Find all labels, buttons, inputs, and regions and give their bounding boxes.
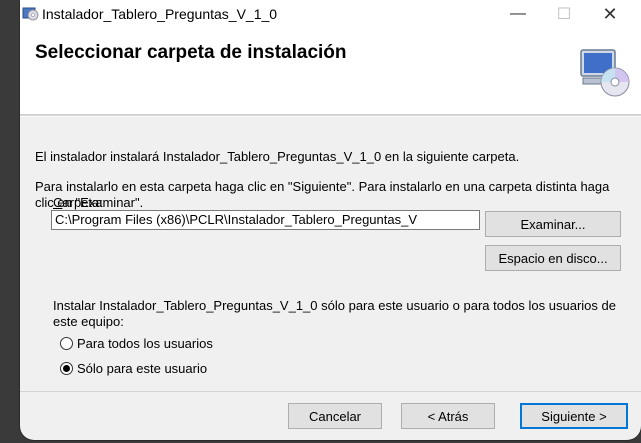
folder-path-input[interactable]: C:\Program Files (x86)\PCLR\Instalador_T… <box>51 210 480 230</box>
folder-label: Carpeta: <box>53 195 103 210</box>
footer-divider <box>20 391 641 392</box>
installer-window: Instalador_Tablero_Preguntas_V_1_0 — ☐ ✕… <box>20 0 641 440</box>
back-button[interactable]: < Atrás <box>401 403 495 429</box>
radio-all-users-label: Para todos los usuarios <box>77 336 213 351</box>
close-icon: ✕ <box>602 3 618 24</box>
next-button[interactable]: Siguiente > <box>520 403 628 429</box>
radio-this-user-circle[interactable] <box>60 362 73 375</box>
minimize-button[interactable]: — <box>495 0 541 28</box>
scope-question: Instalar Instalador_Tablero_Preguntas_V_… <box>53 298 616 329</box>
header-panel: Seleccionar carpeta de instalación <box>20 28 641 114</box>
minimize-icon: — <box>510 5 526 22</box>
intro-text: El instalador instalará Instalador_Table… <box>35 149 520 164</box>
radio-all-users[interactable]: Para todos los usuarios <box>60 336 213 351</box>
installer-app-icon <box>22 7 39 21</box>
computer-cd-icon <box>580 49 630 97</box>
radio-this-user-label: Sólo para este usuario <box>77 361 208 376</box>
maximize-icon: ☐ <box>556 6 572 23</box>
radio-this-user[interactable]: Sólo para este usuario <box>60 361 207 376</box>
window-title: Instalador_Tablero_Preguntas_V_1_0 <box>42 6 278 22</box>
cancel-button[interactable]: Cancelar <box>288 403 382 429</box>
header-divider <box>20 114 641 117</box>
browse-button[interactable]: Examinar... <box>485 211 621 237</box>
maximize-button[interactable]: ☐ <box>541 0 587 28</box>
instructions-text: Para instalarlo en esta carpeta haga cli… <box>35 179 610 210</box>
folder-label-text: arpeta: <box>62 195 103 210</box>
disk-space-button[interactable]: Espacio en disco... <box>485 245 621 271</box>
page-title: Seleccionar carpeta de instalación <box>35 42 347 63</box>
folder-label-accelerator: C <box>53 195 63 210</box>
close-button[interactable]: ✕ <box>587 0 633 28</box>
radio-all-users-circle[interactable] <box>60 337 73 350</box>
title-bar[interactable]: Instalador_Tablero_Preguntas_V_1_0 — ☐ ✕ <box>20 0 641 28</box>
